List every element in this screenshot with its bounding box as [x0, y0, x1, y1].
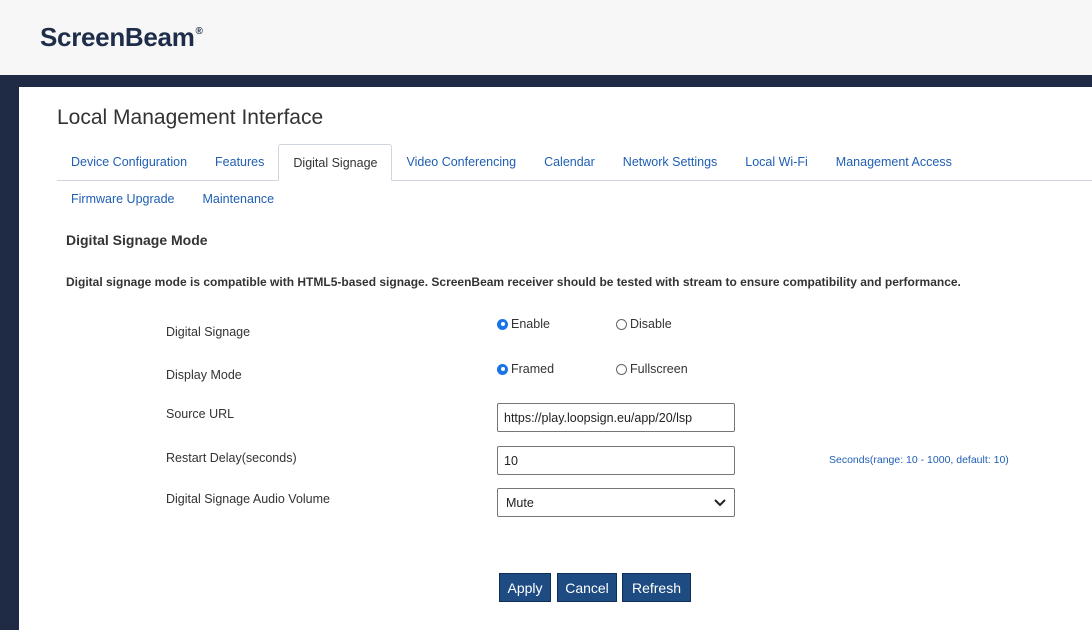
apply-button[interactable]: Apply [499, 573, 551, 602]
tab-bar-row-2: Firmware Upgrade Maintenance [57, 181, 288, 217]
tab-management-access[interactable]: Management Access [822, 144, 966, 180]
source-url-label: Source URL [166, 407, 235, 421]
radio-unselected-icon [616, 318, 627, 330]
page-title: Local Management Interface [57, 106, 324, 129]
display-mode-framed-radio[interactable]: Framed [497, 362, 554, 376]
tab-bar-row-1: Device Configuration Features Digital Si… [57, 144, 1092, 181]
tab-digital-signage[interactable]: Digital Signage [278, 144, 393, 181]
digital-signage-enable-radio[interactable]: Enable [497, 317, 550, 331]
radio-unselected-icon [616, 363, 627, 375]
radio-selected-icon [497, 318, 508, 330]
audio-volume-select[interactable]: Mute [497, 488, 735, 517]
section-title: Digital Signage Mode [66, 232, 208, 248]
digital-signage-disable-radio[interactable]: Disable [616, 317, 672, 331]
tab-network-settings[interactable]: Network Settings [609, 144, 731, 180]
tab-calendar[interactable]: Calendar [530, 144, 609, 180]
restart-delay-label: Restart Delay(seconds) [166, 451, 297, 465]
tab-maintenance[interactable]: Maintenance [189, 181, 289, 217]
audio-volume-label: Digital Signage Audio Volume [166, 492, 331, 506]
tab-device-configuration[interactable]: Device Configuration [57, 144, 201, 180]
tab-features[interactable]: Features [201, 144, 278, 180]
tab-firmware-upgrade[interactable]: Firmware Upgrade [57, 181, 189, 217]
top-bar: ScreenBeam® [0, 0, 1092, 75]
cancel-button[interactable]: Cancel [557, 573, 617, 602]
chevron-down-icon [714, 496, 726, 510]
radio-selected-icon [497, 363, 508, 375]
restart-delay-hint: Seconds(range: 10 - 1000, default: 10) [829, 454, 1009, 466]
digital-signage-label: Digital Signage [166, 325, 251, 339]
source-url-input[interactable] [497, 403, 735, 432]
restart-delay-input[interactable] [497, 446, 735, 475]
tab-video-conferencing[interactable]: Video Conferencing [392, 144, 530, 180]
display-mode-label: Display Mode [166, 368, 242, 382]
display-mode-fullscreen-radio[interactable]: Fullscreen [616, 362, 688, 376]
section-description: Digital signage mode is compatible with … [66, 275, 961, 289]
screenbeam-logo: ScreenBeam® [40, 22, 203, 52]
tab-local-wifi[interactable]: Local Wi-Fi [731, 144, 822, 180]
refresh-button[interactable]: Refresh [622, 573, 691, 602]
